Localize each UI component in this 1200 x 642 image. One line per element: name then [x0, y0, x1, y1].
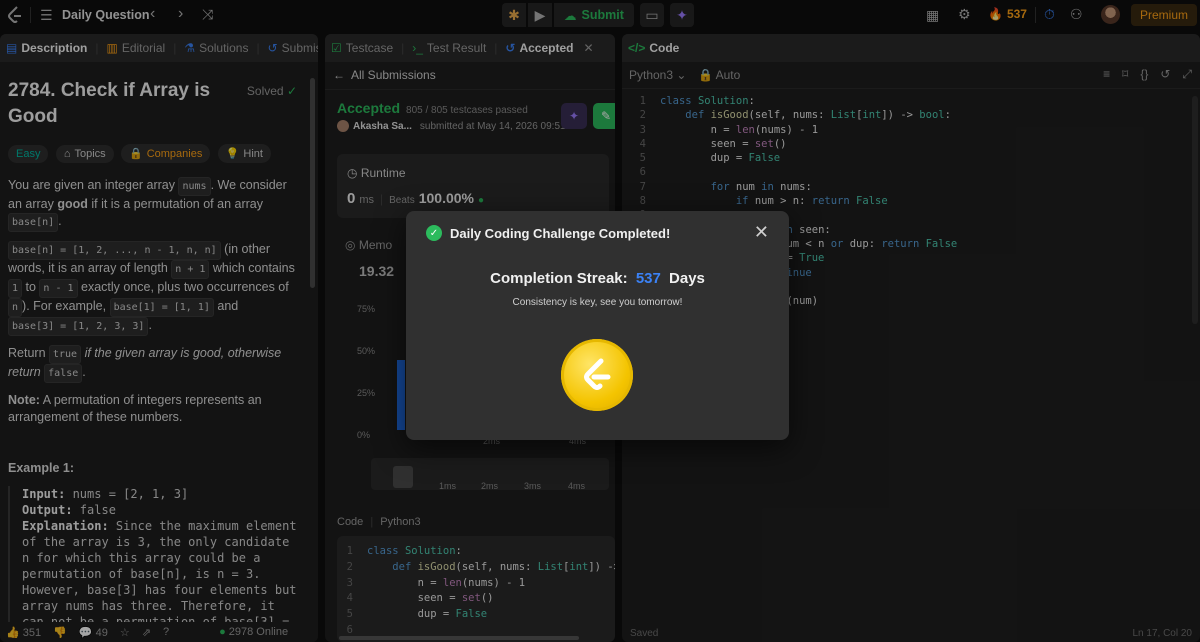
streak-label: Completion Streak: [490, 270, 628, 287]
modal-subtitle: Consistency is key, see you tomorrow! [512, 297, 683, 308]
streak-value: 537 [635, 270, 661, 287]
streak-line: Completion Streak: 537 Days [406, 270, 789, 287]
leetcode-coin-icon [561, 339, 633, 411]
check-circle-icon: ✓ [426, 225, 442, 241]
streak-unit: Days [669, 270, 705, 287]
close-icon[interactable]: ✕ [754, 222, 769, 243]
completion-modal: ✓ Daily Coding Challenge Completed! ✕ Co… [406, 211, 789, 440]
modal-title: Daily Coding Challenge Completed! [450, 225, 671, 241]
